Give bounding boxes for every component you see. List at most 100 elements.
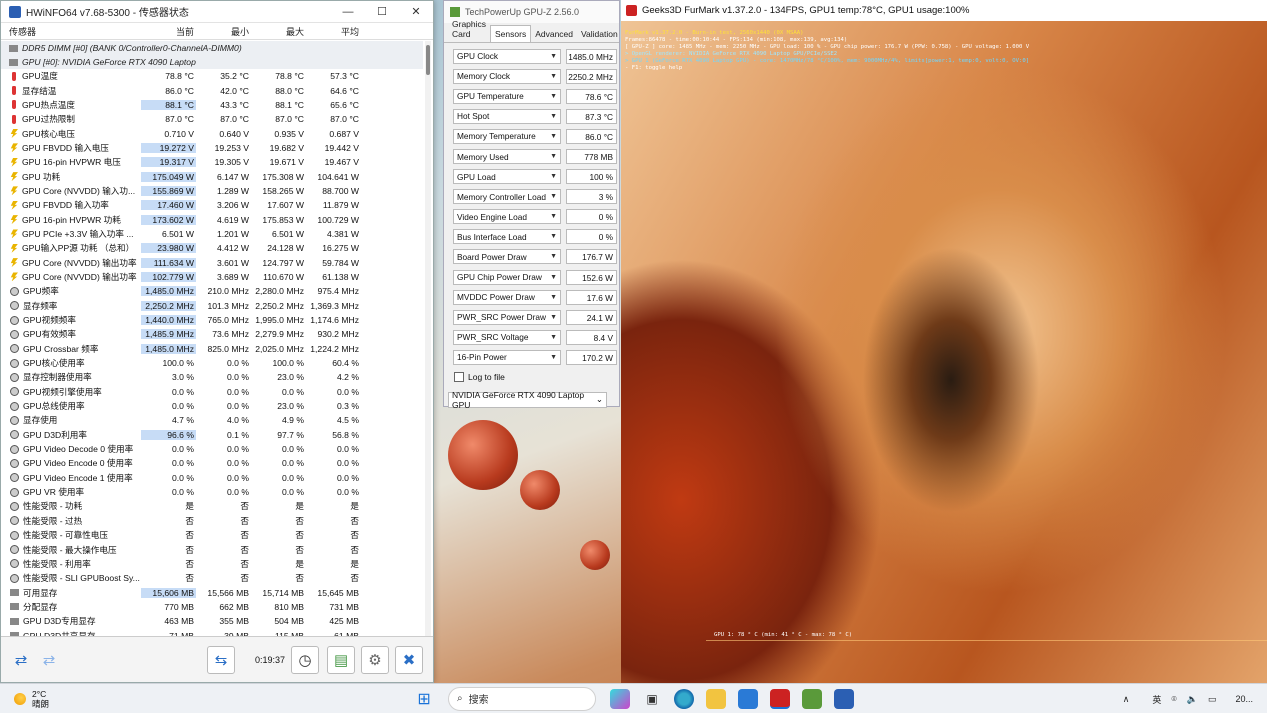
edge-icon[interactable] [674,688,695,709]
sensor-row[interactable]: 显存频率 2,250.2 MHz 101.3 MHz 2,250.2 MHz 1,369… [1,299,423,313]
sensor-row[interactable]: GPU视频频率 1,440.0 MHz 765.0 MHz 1,995.0 MHz 1,… [1,313,423,327]
sensor-row[interactable]: GPU VR 使用率 0.0 % 0.0 % 0.0 % 0.0 % [1,485,423,499]
sensor-row[interactable]: 性能受限 - 利用率 否 否 是 是 [1,557,423,571]
sensor-row[interactable]: GPU热点温度 88.1 °C 43.3 °C 88.1 °C 65.6 °C [1,98,423,112]
gpuz-sensor-dropdown[interactable]: PWR_SRC Power Draw ▼ [453,309,561,325]
col-header-avg[interactable]: 平均 [306,25,361,38]
sensor-row[interactable]: GPU Video Encode 1 使用率 0.0 % 0.0 % 0.0 % 0.0… [1,471,423,485]
hwinfo-titlebar[interactable]: HWiNFO64 v7.68-5300 - 传感器状态 — ☐ ✕ [1,1,433,23]
tab-graphics-card[interactable]: Graphics Card [448,19,490,42]
sensor-row[interactable]: GPU视频引擎使用率 0.0 % 0.0 % 0.0 % 0.0 % [1,385,423,399]
sensor-row[interactable]: 显存使用 4.7 % 4.0 % 4.9 % 4.5 % [1,413,423,427]
gpuz-sensor-dropdown[interactable]: Video Engine Load ▼ [453,209,561,225]
maximize-icon[interactable]: ☐ [365,5,399,18]
close-icon[interactable]: ✕ [399,5,433,18]
sensor-row[interactable]: GPU有效频率 1,485.9 MHz 73.6 MHz 2,279.9 MHz 930… [1,327,423,341]
store-icon[interactable] [738,688,759,709]
sensor-row[interactable]: 性能受限 - 功耗 是 否 是 是 [1,499,423,513]
gpuz-sensor-dropdown[interactable]: Hot Spot ▼ [453,108,561,124]
sensor-group[interactable]: DDR5 DIMM [#0] (BANK 0/Controller0-Chann… [1,41,423,55]
hwinfo-taskbar-icon[interactable] [834,688,855,709]
col-header-current[interactable]: 当前 [141,25,196,38]
clock-icon[interactable]: ◷ [291,645,320,674]
file-explorer-icon[interactable] [706,688,727,709]
sensor-row[interactable]: 显存结温 86.0 °C 42.0 °C 88.0 °C 64.6 °C [1,83,423,97]
sensor-row[interactable]: 显存控制器使用率 3.0 % 0.0 % 23.0 % 4.2 % [1,370,423,384]
copilot-icon[interactable] [610,688,631,709]
gpuz-sensor-dropdown[interactable]: Memory Controller Load ▼ [453,189,561,205]
sensor-list-scrollbar[interactable] [425,41,431,636]
log-to-file-checkbox[interactable] [454,371,464,382]
furmark-titlebar[interactable]: Geeks3D FurMark v1.37.2.0 - 134FPS, GPU1… [621,0,1267,21]
gpuz-sensor-dropdown[interactable]: Memory Temperature ▼ [453,128,561,144]
log-icon[interactable]: ▤ [327,645,356,674]
sensor-row[interactable]: GPU D3D专用显存 463 MB 355 MB 504 MB 425 MB [1,614,423,628]
gpuz-sensor-dropdown[interactable]: Board Power Draw ▼ [453,249,561,265]
tab-validation[interactable]: Validation [577,29,622,42]
tab-sensors[interactable]: Sensors [490,25,532,42]
gpuz-sensor-dropdown[interactable]: GPU Chip Power Draw ▼ [453,269,561,285]
sensor-row[interactable]: 性能受限 - SLI GPUBoost Sy... 否 否 否 否 [1,571,423,585]
gpuz-taskbar-icon[interactable] [802,688,823,709]
sensor-row[interactable]: GPU Video Decode 0 使用率 0.0 % 0.0 % 0.0 % 0.0… [1,442,423,456]
network-icon[interactable]: ⌾ [1171,694,1176,705]
gpuz-sensor-dropdown[interactable]: Memory Used ▼ [453,149,561,165]
sensor-row[interactable]: GPU 16-pin HVPWR 功耗 173.602 W 4.619 W 175.8… [1,212,423,226]
ime-indicator[interactable]: 英 [1152,693,1161,706]
gpu-device-select[interactable]: NVIDIA GeForce RTX 4090 Laptop GPU ⌄ [448,390,607,410]
gpuz-sensor-dropdown[interactable]: GPU Clock ▼ [453,48,561,64]
gpuz-sensor-dropdown[interactable]: Bus Interface Load ▼ [453,229,561,245]
sensor-row[interactable]: GPU Video Encode 0 使用率 0.0 % 0.0 % 0.0 % 0.0… [1,456,423,470]
gpuz-sensor-dropdown[interactable]: PWR_SRC Voltage ▼ [453,329,561,345]
log-to-file-option[interactable]: Log to file [444,368,619,386]
sensor-row[interactable]: GPU核心使用率 100.0 % 0.0 % 100.0 % 60.4 % [1,356,423,370]
sensor-row[interactable]: GPU输入PP源 功耗 （总和） 23.980 W 4.412 W 24.128 W 1… [1,241,423,255]
sensor-row[interactable]: GPU PCIe +3.3V 输入功率 ... 6.501 W 1.201 W 6.5… [1,227,423,241]
sensor-row[interactable]: GPU核心电压 0.710 V 0.640 V 0.935 V 0.687 V [1,126,423,140]
col-header-min[interactable]: 最小 [196,25,251,38]
col-header-max[interactable]: 最大 [251,25,306,38]
gpuz-sensor-dropdown[interactable]: MVDDC Power Draw ▼ [453,289,561,305]
col-header-sensor[interactable]: 传感器 [1,25,141,38]
minimize-icon[interactable]: — [331,6,365,18]
sensor-row[interactable]: GPU总线使用率 0.0 % 0.0 % 23.0 % 0.3 % [1,399,423,413]
close-sensors-icon[interactable]: ✖ [395,645,424,674]
sensor-row[interactable]: GPU Crossbar 频率 1,485.0 MHz 825.0 MHz 2,025… [1,342,423,356]
sensor-row[interactable]: GPU温度 78.8 °C 35.2 °C 78.8 °C 57.3 °C [1,69,423,83]
taskbar-search[interactable]: ⌕ 搜索 [448,686,597,711]
start-icon[interactable]: ⊞ [414,689,434,709]
sensor-row[interactable]: GPU 16-pin HVPWR 电压 19.317 V 19.305 V 19.67… [1,155,423,169]
sensor-row[interactable]: GPU Core (NVVDD) 输出功率 102.779 W 3.689 W 110… [1,270,423,284]
tab-advanced[interactable]: Advanced [531,29,577,42]
sensor-row[interactable]: 性能受限 - 可靠性电压 否 否 否 否 [1,528,423,542]
sensor-row[interactable]: GPU Core (NVVDD) 输入功... 155.869 W 1.289 W 1… [1,184,423,198]
sensor-row[interactable]: 可用显存 15,606 MB 15,566 MB 15,714 MB 15,645 MB [1,585,423,599]
nav-expand-icon[interactable]: ⇄ [35,646,63,674]
gpuz-sensor-dropdown[interactable]: 16-Pin Power ▼ [453,349,561,365]
sensor-row[interactable]: GPU FBVDD 输入功率 17.460 W 3.206 W 17.607 W 11.… [1,198,423,212]
sensor-row[interactable]: GPU FBVDD 输入电压 19.272 V 19.253 V 19.682 V 19… [1,141,423,155]
sensor-row[interactable]: 性能受限 - 最大操作电压 否 否 否 否 [1,542,423,556]
sensor-row[interactable]: 分配显存 770 MB 662 MB 810 MB 731 MB [1,600,423,614]
furmark-taskbar-icon[interactable] [770,688,791,709]
sensor-row[interactable]: GPU D3D共享显存 71 MB 39 MB 115 MB 61 MB [1,628,423,636]
gpuz-sensor-dropdown[interactable]: GPU Load ▼ [453,169,561,185]
network-icon[interactable]: ⇆ [207,645,235,674]
system-clock[interactable]: 20... [1235,694,1253,704]
scrollbar-thumb[interactable] [426,45,430,75]
sensor-row[interactable]: GPU Core (NVVDD) 输出功率 111.634 W 3.601 W 124… [1,255,423,269]
weather-widget[interactable]: 2°C 晴朗 [14,689,49,709]
gpuz-sensor-dropdown[interactable]: GPU Temperature ▼ [453,88,561,104]
sensor-group[interactable]: GPU [#0]: NVIDIA GeForce RTX 4090 Laptop [1,55,423,69]
sensor-row[interactable]: GPU频率 1,485.0 MHz 210.0 MHz 2,280.0 MHz 975.… [1,284,423,298]
sensor-row[interactable]: GPU 功耗 175.049 W 6.147 W 175.308 W 104.641 W [1,169,423,183]
sensor-row[interactable]: 性能受限 - 过热 否 否 否 否 [1,514,423,528]
sensor-list[interactable]: DDR5 DIMM [#0] (BANK 0/Controller0-Chann… [1,41,423,636]
sensor-row[interactable]: GPU D3D利用率 96.6 % 0.1 % 97.7 % 56.8 % [1,428,423,442]
battery-icon[interactable]: ▭ [1208,694,1217,705]
nav-prev-next-icon[interactable]: ⇄ [7,646,35,674]
chevron-up-icon[interactable]: ∧ [1123,694,1130,705]
volume-icon[interactable]: 🔈 [1187,694,1198,705]
task-view-icon[interactable]: ▣ [642,689,662,709]
settings-icon[interactable]: ⚙ [361,645,390,674]
